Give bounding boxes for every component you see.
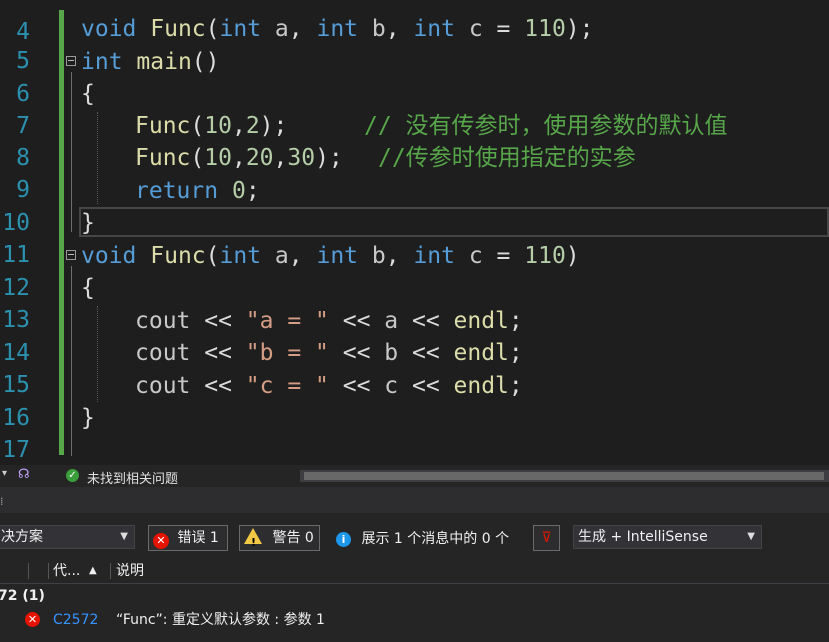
collapse-icon[interactable]: [66, 250, 76, 260]
code-text: cout << "a = " << a << endl;: [135, 308, 523, 334]
code-line[interactable]: 8 Func(10,2); // 没有传参时，使用参数的默认值: [0, 110, 829, 171]
error-icon: ✕: [25, 612, 40, 627]
code-line[interactable]: 18: [0, 434, 829, 465]
warning-icon: [244, 528, 262, 555]
code-line[interactable]: 9 Func(10,20,30); //传参时使用指定的实参: [0, 142, 829, 203]
filter-button[interactable]: ⊽: [533, 525, 560, 551]
info-icon: i: [336, 532, 351, 547]
column-divider: [28, 563, 29, 579]
code-comment: //传参时使用指定的实参: [378, 145, 636, 171]
code-text: cout << "b = " << b << endl;: [135, 340, 523, 366]
chevron-down-icon: ▼: [120, 531, 128, 542]
code-text: int main(): [81, 49, 220, 75]
code-line[interactable]: 10 return 0;: [0, 175, 829, 236]
code-text: }: [81, 210, 95, 236]
code-text: Func(10,2);: [135, 113, 288, 139]
code-text: return 0;: [135, 178, 260, 204]
scrollbar-thumb[interactable]: [304, 472, 824, 480]
column-divider: [110, 563, 111, 579]
column-divider: [48, 563, 49, 579]
sort-ascending-icon: ▲: [89, 565, 97, 576]
code-text: {: [81, 275, 95, 301]
code-text: Func(10,20,30);: [135, 145, 343, 171]
group-header-row[interactable]: 72 (1): [0, 583, 829, 609]
panel-title-bar: ⁞: [0, 493, 829, 513]
chevron-down-icon: ▼: [747, 531, 755, 542]
error-description: “Func”: 重定义默认参数 : 参数 1: [116, 612, 325, 628]
code-line[interactable]: 7 {: [0, 78, 829, 139]
errors-filter-button[interactable]: ✕ 错误 1: [148, 525, 228, 551]
code-line[interactable]: 15 cout << "b = " << b << endl;: [0, 337, 829, 398]
messages-filter-button[interactable]: i 展示 1 个消息中的 0 个: [336, 529, 509, 549]
error-list-header: 代... ▲ 说明: [0, 559, 829, 584]
error-icon: ✕: [153, 533, 169, 549]
code-line[interactable]: 16 cout << "c = " << c << endl;: [0, 370, 829, 431]
column-header-description[interactable]: 说明: [116, 559, 144, 583]
build-filter-value: 生成 + IntelliSense: [578, 529, 708, 545]
messages-filter-label: 展示 1 个消息中的 0 个: [361, 531, 510, 547]
column-header-code[interactable]: 代...: [53, 559, 80, 583]
scope-dropdown[interactable]: 决方案 ▼: [0, 525, 135, 549]
table-row[interactable]: ✕ C2572 “Func”: 重定义默认参数 : 参数 1: [0, 607, 829, 633]
build-filter-dropdown[interactable]: 生成 + IntelliSense ▼: [573, 525, 762, 549]
errors-filter-label: 错误 1: [177, 530, 219, 546]
code-line[interactable]: 12 void Func(int a, int b, int c = 110): [0, 240, 829, 301]
code-editor[interactable]: 4 5 void Func(int a, int b, int c = 110)…: [0, 0, 829, 465]
error-code-link[interactable]: C2572: [53, 607, 98, 633]
code-line[interactable]: 13 {: [0, 272, 829, 333]
code-line[interactable]: 11 }: [0, 207, 829, 268]
code-text: }: [81, 405, 95, 431]
pin-icon[interactable]: ⁞: [0, 495, 4, 508]
code-text: void Func(int a, int b, int c = 110): [81, 243, 580, 269]
filter-icon: ⊽: [541, 530, 552, 546]
check-icon: ✓: [66, 469, 79, 482]
group-label: 72 (1): [0, 588, 45, 604]
code-line[interactable]: 5 void Func(int a, int b, int c = 110);: [0, 13, 829, 74]
code-text: void Func(int a, int b, int c = 110);: [81, 16, 594, 42]
code-line[interactable]: 17 }: [0, 402, 829, 463]
scope-dropdown-value: 决方案: [1, 529, 43, 545]
error-list-panel: ⁞ 决方案 ▼ ✕ 错误 1 警告 0 i 展示 1 个消息中的 0 个 ⊽ 生…: [0, 493, 829, 642]
issues-status-text: 未找到相关问题: [87, 472, 179, 487]
code-text: cout << "c = " << c << endl;: [135, 373, 523, 399]
code-line[interactable]: 6 int main(): [0, 46, 829, 107]
code-text: {: [81, 81, 95, 107]
warnings-filter-label: 警告 0: [272, 530, 314, 546]
warnings-filter-button[interactable]: 警告 0: [239, 525, 320, 555]
copilot-icon[interactable]: ☊: [18, 467, 30, 482]
code-line[interactable]: 14 cout << "a = " << a << endl;: [0, 305, 829, 366]
editor-status-bar: ▾ ☊ ✓ 未找到相关问题: [0, 465, 829, 487]
code-comment: // 没有传参时，使用参数的默认值: [364, 113, 728, 139]
dropdown-arrow-icon[interactable]: ▾: [2, 468, 7, 479]
collapse-icon[interactable]: [66, 56, 76, 66]
